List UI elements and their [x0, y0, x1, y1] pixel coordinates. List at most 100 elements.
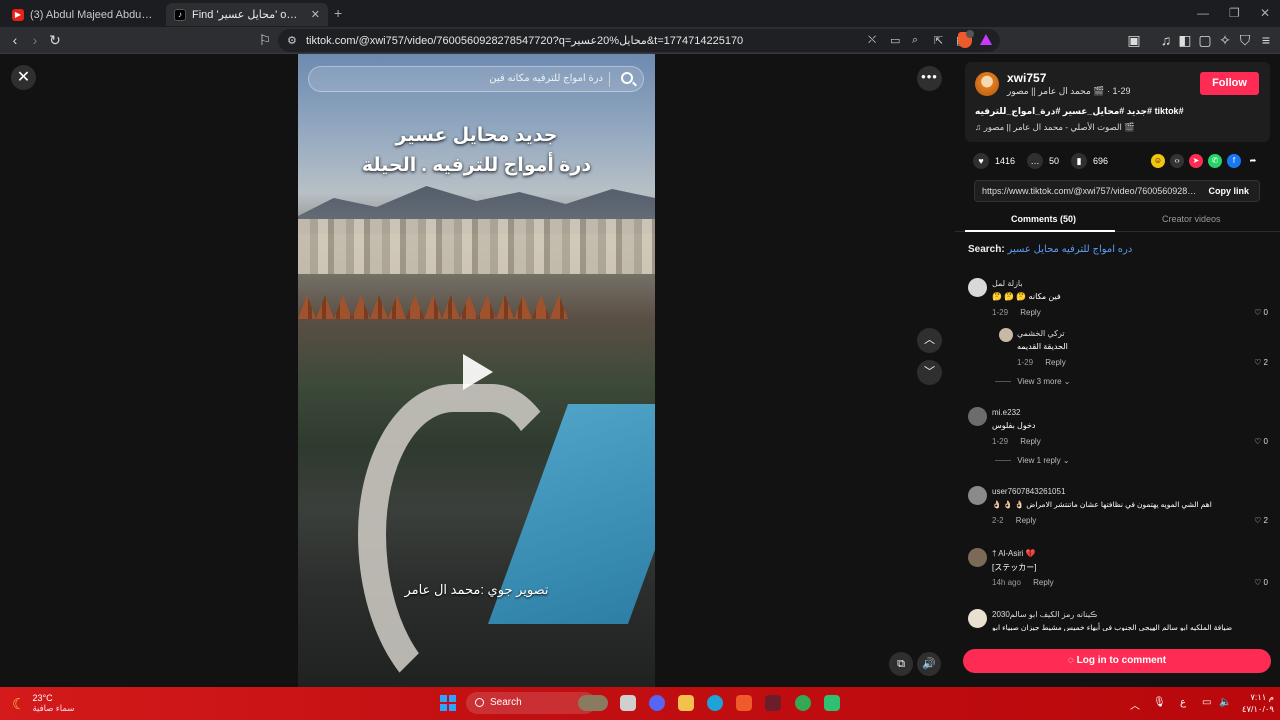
comment-author[interactable]: بازلة لمل — [992, 279, 1023, 288]
affinity-icon[interactable] — [765, 695, 781, 711]
music-credit[interactable]: ♫ الصوت الأصلي - محمد ال عامر || مصور 🎬 — [975, 122, 1135, 133]
cast-icon[interactable]: ▭ — [890, 34, 900, 47]
url-field[interactable]: ⚙ tiktok.com/@xwi757/video/7600560928278… — [278, 29, 1000, 52]
maximize-button[interactable]: ❐ — [1229, 6, 1240, 20]
video-search-query[interactable]: درة امواج للترفيه مكانه فين — [489, 73, 603, 84]
related-search-query[interactable]: دره امواج للترفيه محايل عسير — [1007, 244, 1132, 255]
site-info-icon[interactable]: ⚙ — [287, 34, 297, 47]
input-language[interactable]: ع — [1180, 697, 1186, 708]
brave-icon[interactable] — [736, 695, 752, 711]
tab-tiktok[interactable]: ♪ Find 'محايل عسير' on TikTok | TikTok ✕ — [166, 3, 328, 26]
save-stat[interactable]: ▮ 696 — [1071, 153, 1108, 169]
close-tab-icon[interactable]: ✕ — [311, 8, 320, 21]
copy-link-button[interactable]: Copy link — [1208, 186, 1249, 196]
zoom-icon[interactable]: ⌕ — [912, 34, 918, 47]
speaker-icon[interactable]: 🔈 — [1219, 697, 1231, 708]
play-icon[interactable] — [463, 354, 493, 390]
avatar[interactable] — [968, 407, 987, 426]
menu-icon[interactable]: ≡ — [1257, 31, 1275, 49]
emoji-share-icon[interactable]: ☺ — [1151, 154, 1165, 168]
split-view-icon[interactable]: ◧ — [1176, 31, 1194, 49]
brave-rewards-icon[interactable] — [980, 34, 992, 45]
more-options-button[interactable]: ••• — [917, 66, 942, 91]
tray-chevron-icon[interactable]: ︿ — [1130, 697, 1140, 712]
search-icon[interactable] — [621, 72, 633, 84]
new-tab-button[interactable]: + — [334, 5, 342, 21]
search-highlight-icon[interactable] — [578, 695, 608, 711]
minimize-button[interactable]: — — [1197, 6, 1209, 20]
view-replies[interactable]: View 1 reply ⌄ — [995, 456, 1069, 465]
next-video-button[interactable]: ﹀ — [917, 360, 942, 385]
embed-icon[interactable]: ‹› — [1170, 154, 1184, 168]
network-icon[interactable]: ▭ — [1202, 697, 1211, 708]
url-text[interactable]: tiktok.com/@xwi757/video/760056092827854… — [306, 34, 743, 47]
video-search-bar[interactable]: درة امواج للترفيه مكانه فين — [308, 66, 644, 92]
bookmark-icon[interactable]: ▮ — [1071, 153, 1088, 169]
view-more-replies[interactable]: View 3 more ⌄ — [995, 377, 1070, 386]
weather-widget[interactable]: ☾ 23°C سماء صافية — [12, 693, 74, 714]
hashtags[interactable]: #tiktok #جديد #محايل_عسير #درة_امواج_للت… — [975, 106, 1184, 117]
close-video-button[interactable]: ✕ — [11, 65, 36, 90]
comment-author[interactable]: user7607843261051 — [992, 487, 1065, 496]
wallet-extension-icon[interactable]: ▢ — [1196, 31, 1214, 49]
video-frame[interactable]: درة امواج للترفيه مكانه فين جديد محايل ع… — [298, 54, 655, 687]
start-button[interactable] — [440, 695, 456, 711]
comment-icon[interactable]: … — [1027, 153, 1044, 169]
comment-like[interactable]: ♡ 0 — [1254, 437, 1268, 446]
comment-author[interactable]: † Al-Asiri 💔 — [992, 549, 1036, 558]
avatar[interactable] — [975, 72, 999, 96]
avatar[interactable] — [999, 328, 1013, 342]
system-clock[interactable]: م ٧:١١ ٤٧/١٠/٠٩ — [1238, 691, 1274, 715]
music-icon[interactable]: ♫ — [1157, 31, 1175, 49]
whatsapp-icon[interactable]: ✆ — [1208, 154, 1222, 168]
vpn-icon[interactable]: ⛉ — [1236, 31, 1254, 49]
view-more-label[interactable]: View 3 more — [1017, 377, 1061, 386]
reply-button[interactable]: Reply — [1020, 308, 1040, 317]
related-search[interactable]: Search: دره امواج للترفيه محايل عسير — [968, 244, 1132, 255]
tab-creator-videos[interactable]: Creator videos — [1162, 214, 1221, 224]
reply-button[interactable]: Reply — [1045, 358, 1065, 367]
leo-ai-icon[interactable]: ✧ — [1216, 31, 1234, 49]
taskbar-search[interactable]: Search — [466, 692, 596, 714]
reload-button[interactable]: ↻ — [46, 31, 64, 49]
comment-like[interactable]: ♡ 2 — [1254, 358, 1268, 367]
username[interactable]: xwi757 — [1007, 71, 1046, 85]
heart-icon[interactable]: ♥ — [973, 153, 989, 169]
pip-button[interactable]: ⧉ — [889, 652, 913, 676]
reply-button[interactable]: Reply — [1033, 578, 1053, 587]
reply-button[interactable]: Reply — [1020, 437, 1040, 446]
app-icon[interactable] — [824, 695, 840, 711]
comment-like[interactable]: ♡ 0 — [1254, 308, 1268, 317]
comment-author[interactable]: تركي الخشمي — [1017, 329, 1065, 338]
comment-like[interactable]: ♡ 2 — [1254, 516, 1268, 525]
avatar[interactable] — [968, 609, 987, 628]
chrome-icon[interactable] — [795, 695, 811, 711]
reply-button[interactable]: Reply — [1016, 516, 1036, 525]
translate-icon[interactable]: ⛌ — [868, 34, 876, 47]
file-explorer-icon[interactable] — [678, 695, 694, 711]
comment-author[interactable]: 2030ڪينانه رمز الكيف ابو سالم — [992, 610, 1097, 619]
avatar[interactable] — [968, 486, 987, 505]
send-icon[interactable]: ➤ — [1189, 154, 1203, 168]
comment-like[interactable]: ♡ 0 — [1254, 578, 1268, 587]
discord-icon[interactable] — [649, 695, 665, 711]
avatar[interactable] — [968, 548, 987, 567]
microphone-icon[interactable]: 🎙 — [1153, 697, 1166, 708]
share-icon[interactable]: ⇱ — [934, 34, 943, 47]
edge-icon[interactable] — [707, 695, 723, 711]
sidebar-panel-icon[interactable]: ▣ — [1125, 31, 1143, 49]
volume-icon[interactable]: 🔊 — [917, 652, 941, 676]
share-arrow-icon[interactable]: ➦ — [1246, 154, 1260, 168]
login-to-comment-button[interactable]: ◌ Log in to comment — [963, 649, 1271, 673]
comment-author[interactable]: mi.e232 — [992, 408, 1020, 417]
close-window-button[interactable]: ✕ — [1260, 6, 1270, 20]
view-replies-label[interactable]: View 1 reply — [1017, 456, 1060, 465]
like-stat[interactable]: ♥ 1416 — [973, 153, 1015, 169]
task-view-icon[interactable] — [620, 695, 636, 711]
tab-youtube[interactable]: ▶ (3) Abdul Majeed Abdullah ... Aad Eli — [4, 3, 162, 26]
avatar[interactable] — [968, 278, 987, 297]
facebook-icon[interactable]: f — [1227, 154, 1241, 168]
follow-button[interactable]: Follow — [1200, 72, 1259, 95]
previous-video-button[interactable]: ︿ — [917, 328, 942, 353]
forward-button[interactable]: › — [26, 31, 44, 49]
